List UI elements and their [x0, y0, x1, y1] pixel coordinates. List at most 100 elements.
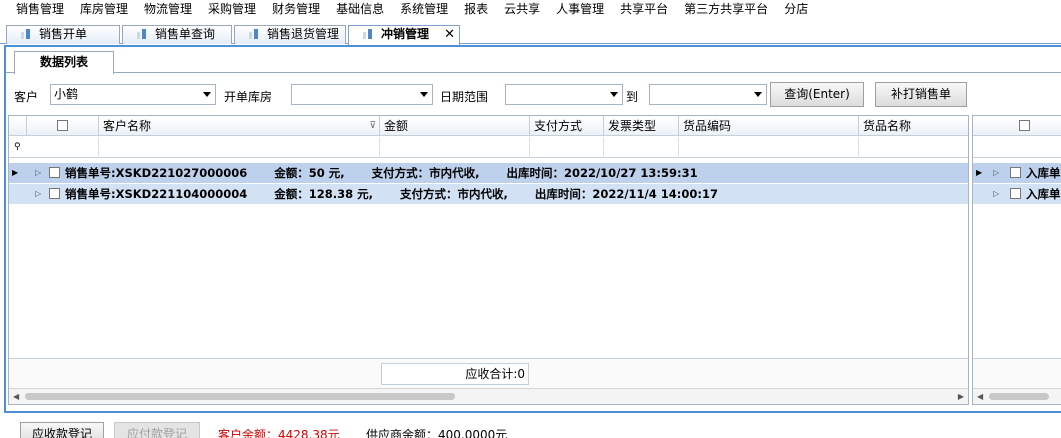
grid-header: 客户名称 ⊽ 金额 支付方式 发票类型 货品编码 货品名称 — [9, 116, 968, 136]
tab-write-off[interactable]: 冲销管理 ✕ — [348, 25, 460, 45]
menu-warehouse[interactable]: 库房管理 — [72, 0, 136, 20]
menu-finance[interactable]: 财务管理 — [264, 0, 328, 20]
receivable-total: 应收合计:0 — [381, 363, 529, 385]
expand-icon[interactable]: ▷ — [35, 184, 41, 204]
group-row-text: 销售单号:XSKD221104000004 金额：128.38 元, 支付方式：… — [65, 187, 718, 201]
expand-icon[interactable]: ▷ — [993, 184, 999, 204]
document-tab-strip: 销售开单 销售单查询 销售退货管理 冲销管理 ✕ — [0, 22, 1061, 45]
menu-sales[interactable]: 销售管理 — [8, 0, 72, 20]
filter-cell[interactable] — [380, 137, 530, 158]
row-checkbox[interactable] — [1010, 167, 1021, 178]
auto-filter-row — [973, 137, 1061, 158]
menu-reports[interactable]: 报表 — [456, 0, 496, 20]
table-row[interactable]: ▶ ▷ 入库单 — [973, 163, 1061, 183]
table-row[interactable]: ▷ 入库单 — [973, 184, 1061, 204]
column-item-name[interactable]: 货品名称 — [859, 116, 970, 136]
row-checkbox[interactable] — [49, 167, 60, 178]
group-row-text: 销售单号:XSKD221027000006 金额：50 元, 支付方式：市内代收… — [65, 166, 698, 180]
close-icon[interactable]: ✕ — [444, 26, 455, 43]
tab-sales-order[interactable]: 销售开单 — [6, 25, 120, 44]
column-invoice-type[interactable]: 发票类型 — [604, 116, 679, 136]
menu-hr[interactable]: 人事管理 — [548, 0, 612, 20]
menu-bar: 销售管理 库房管理 物流管理 采购管理 财务管理 基础信息 系统管理 报表 云共… — [0, 0, 1061, 20]
tab-data-list[interactable]: 数据列表 — [14, 51, 114, 74]
header-indicator-cell — [9, 116, 27, 136]
header-select-all-cell — [973, 116, 1061, 136]
menu-purchase[interactable]: 采购管理 — [200, 0, 264, 20]
tab-label: 冲销管理 — [381, 27, 430, 41]
tab-label: 销售单查询 — [155, 27, 216, 41]
menu-share-platform[interactable]: 共享平台 — [612, 0, 676, 20]
sub-tab-strip: 数据列表 — [6, 47, 1061, 74]
select-all-checkbox[interactable] — [57, 120, 68, 131]
tab-label: 销售开单 — [39, 27, 88, 41]
bottom-action-bar: 应收款登记 应付款登记 客户余额：4428.38元 供应商余额：400.0000… — [0, 416, 1061, 438]
horizontal-scrollbar[interactable]: ◀ ▶ — [9, 388, 968, 404]
filter-cell[interactable] — [530, 137, 604, 158]
document-icon — [363, 29, 375, 41]
receivable-register-button[interactable]: 应收款登记 — [20, 422, 104, 438]
column-label: 客户名称 — [103, 119, 152, 133]
menu-logistics[interactable]: 物流管理 — [136, 0, 200, 20]
group-row-text: 入库单 — [1026, 187, 1061, 201]
row-indicator-icon: ▶ — [12, 168, 19, 177]
warehouse-label: 开单库房 — [224, 90, 273, 104]
scrollbar-thumb[interactable] — [25, 393, 455, 400]
filter-cell[interactable] — [99, 137, 380, 158]
column-amount[interactable]: 金额 — [380, 116, 530, 136]
auto-filter-row: ⚲ — [9, 137, 968, 158]
filter-cell[interactable] — [27, 137, 99, 158]
row-checkbox[interactable] — [49, 188, 60, 199]
dropdown-arrow-icon[interactable] — [610, 92, 618, 97]
tab-sales-return[interactable]: 销售退货管理 — [234, 25, 346, 44]
group-row-text: 入库单 — [1026, 166, 1061, 180]
tab-sales-query[interactable]: 销售单查询 — [122, 25, 232, 44]
scroll-right-icon[interactable]: ▶ — [958, 392, 964, 401]
menu-third-party[interactable]: 第三方共享平台 — [676, 0, 776, 20]
supplier-balance: 供应商余额：400.0000元 — [366, 428, 508, 438]
expand-icon[interactable]: ▷ — [35, 163, 41, 183]
document-icon — [249, 29, 261, 41]
to-label: 到 — [626, 90, 639, 104]
document-icon — [21, 29, 33, 41]
menu-basic-info[interactable]: 基础信息 — [328, 0, 392, 20]
menu-branch[interactable]: 分店 — [776, 0, 816, 20]
date-to-picker[interactable] — [649, 84, 767, 105]
tab-label: 销售退货管理 — [267, 27, 340, 41]
date-range-label: 日期范围 — [440, 90, 489, 104]
scrollbar-thumb[interactable] — [989, 393, 1049, 400]
dropdown-arrow-icon[interactable] — [203, 92, 211, 97]
filter-icon[interactable]: ⊽ — [369, 116, 376, 136]
filter-cell[interactable] — [604, 137, 679, 158]
dropdown-arrow-icon[interactable] — [754, 92, 762, 97]
query-button[interactable]: 查询(Enter) — [770, 82, 864, 107]
column-customer-name[interactable]: 客户名称 ⊽ — [99, 116, 380, 136]
table-row[interactable]: ▶ ▷ 销售单号:XSKD221027000006 金额：50 元, 支付方式：… — [9, 163, 968, 183]
menu-cloud-share[interactable]: 云共享 — [496, 0, 548, 20]
scroll-left-icon[interactable]: ◀ — [977, 392, 983, 401]
document-icon — [137, 29, 149, 41]
row-indicator-icon: ▶ — [976, 168, 983, 177]
select-all-checkbox[interactable] — [1019, 120, 1030, 131]
write-off-panel: 数据列表 客户 小鹤 开单库房 日期范围 到 查询(Enter) 补打销售单 客… — [4, 45, 1061, 413]
column-item-code[interactable]: 货品编码 — [679, 116, 859, 136]
expand-icon[interactable]: ▷ — [993, 163, 999, 183]
filter-bar: 客户 小鹤 开单库房 日期范围 到 查询(Enter) 补打销售单 — [6, 81, 1061, 109]
header-select-all-cell — [27, 116, 99, 136]
column-payment-method[interactable]: 支付方式 — [530, 116, 604, 136]
customer-select[interactable]: 小鹤 — [50, 84, 216, 105]
reprint-sales-order-button[interactable]: 补打销售单 — [875, 82, 967, 107]
sales-order-grid: 客户名称 ⊽ 金额 支付方式 发票类型 货品编码 货品名称 ⚲ ▶ ▷ 销售单号… — [8, 115, 969, 405]
row-checkbox[interactable] — [1010, 188, 1021, 199]
horizontal-scrollbar[interactable]: ◀ — [973, 388, 1061, 404]
grid-footer — [973, 358, 1061, 388]
customer-balance: 客户余额：4428.38元 — [218, 428, 340, 438]
warehouse-select[interactable] — [291, 84, 433, 105]
scroll-left-icon[interactable]: ◀ — [13, 392, 19, 401]
date-from-picker[interactable] — [505, 84, 623, 105]
table-row[interactable]: ▷ 销售单号:XSKD221104000004 金额：128.38 元, 支付方… — [9, 184, 968, 204]
menu-system[interactable]: 系统管理 — [392, 0, 456, 20]
payable-register-button[interactable]: 应付款登记 — [114, 422, 200, 438]
dropdown-arrow-icon[interactable] — [420, 92, 428, 97]
filter-cell[interactable] — [679, 137, 859, 158]
